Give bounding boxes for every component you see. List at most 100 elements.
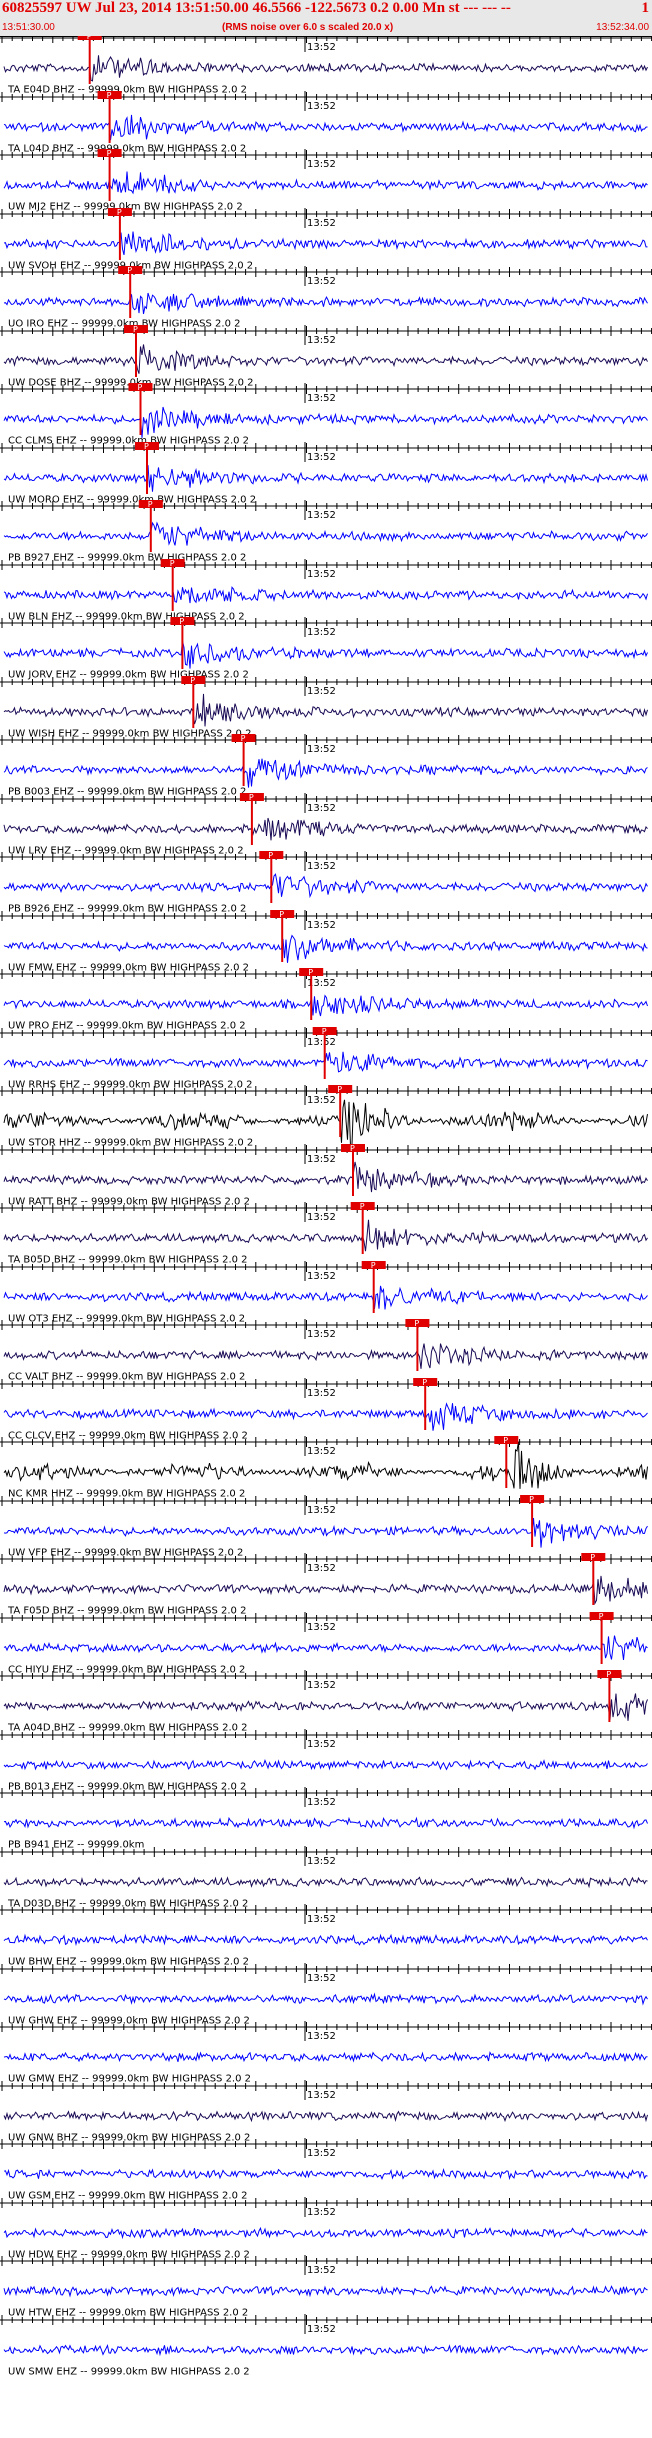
pick-flag-label: P bbox=[190, 676, 195, 685]
waveform bbox=[3, 55, 648, 82]
minute-marker-label: 13:52 bbox=[307, 2265, 336, 2276]
trace-row: 13:52UW PRO EHZ -- 99999.0km BW HIGHPASS… bbox=[0, 968, 652, 1032]
pick-flag-label: P bbox=[241, 734, 246, 743]
minute-marker-label: 13:52 bbox=[307, 1095, 336, 1106]
waveform bbox=[3, 1161, 648, 1193]
waveform bbox=[3, 1693, 648, 1721]
page-number: 1 bbox=[641, 0, 650, 16]
trace-row: 13:52 UW HTW EHZ -- 99999.0km BW HIGHPASS… bbox=[0, 2255, 652, 2319]
waveform bbox=[3, 586, 648, 604]
waveform bbox=[3, 2168, 648, 2181]
trace-row: 13:52 CC HIYU EHZ -- 99999.0km BW HIGHPAS… bbox=[0, 1612, 652, 1676]
trace-row: 13:52 UW HDW EHZ -- 99999.0km BW HIGHPASS… bbox=[0, 2197, 652, 2261]
pick-flag-label: P bbox=[107, 149, 112, 158]
minute-marker-label: 13:52 bbox=[307, 1446, 336, 1457]
minute-marker-label: 13:52 bbox=[307, 452, 336, 463]
station-label: PB B003 EHZ -- 99999.0km BW HIGHPASS 2.0… bbox=[8, 787, 246, 798]
waveform bbox=[3, 1402, 648, 1431]
trace-row: 13:52 PB B003 EHZ -- 99999.0km BW HIGHPAS… bbox=[0, 734, 652, 798]
trace-row: 13:52 UW BHW EHZ -- 99999.0km BW HIGHPASS… bbox=[0, 1904, 652, 1968]
station-label: UW GSM EHZ -- 99999.0km BW HIGHPASS 2.0 … bbox=[8, 2191, 247, 2202]
station-label: UW RRHS EHZ -- 99999.0km BW HIGHPASS 2.0… bbox=[8, 1080, 253, 1091]
station-label: UW RATT BHZ -- 99999.0km BW HIGHPASS 2.0… bbox=[8, 1197, 250, 1208]
pick-flag-label: P bbox=[249, 793, 254, 802]
minute-marker-label: 13:52 bbox=[307, 861, 336, 872]
waveform bbox=[3, 2226, 648, 2240]
minute-marker-label: 13:52 bbox=[307, 1622, 336, 1633]
minute-marker-label: 13:52 bbox=[307, 1914, 336, 1925]
station-label: UW LRV EHZ -- 99999.0km BW HIGHPASS 2.0 … bbox=[8, 846, 244, 857]
pick-flag-label: P bbox=[279, 910, 284, 919]
station-label: PB B941 EHZ -- 99999.0km bbox=[8, 1840, 144, 1851]
trace-row: 13:52 TA B05D BHZ -- 99999.0km BW HIGHPAS… bbox=[0, 1202, 652, 1266]
station-label: UW BHW EHZ -- 99999.0km BW HIGHPASS 2.0 … bbox=[8, 1957, 249, 1968]
seismogram-panel: 13:52 TA E04D BHZ -- 99999.0km BW HIGHPAS… bbox=[0, 36, 652, 2378]
waveform bbox=[3, 1575, 648, 1606]
pick-flag-label: P bbox=[422, 1378, 427, 1387]
pick-flag-label: P bbox=[360, 1202, 365, 1211]
waveform bbox=[3, 693, 648, 727]
minute-marker-label: 13:52 bbox=[307, 393, 336, 404]
rms-subtitle: (RMS noise over 6.0 s scaled 20.0 x) bbox=[222, 22, 394, 33]
minute-marker-label: 13:52 bbox=[307, 218, 336, 229]
pick-flag-label: P bbox=[590, 1553, 595, 1562]
station-label: TA E04D BHZ -- 99999.0km BW HIGHPASS 2.0… bbox=[7, 85, 247, 96]
trace-row: 13:52 UW GSM EHZ -- 99999.0km BW HIGHPASS… bbox=[0, 2138, 652, 2202]
trace-row: 13:52UO IRO EHZ -- 99999.0km BW HIGHPASS… bbox=[0, 266, 652, 330]
waveform bbox=[3, 344, 648, 374]
trace-row: 13:52 PB B941 EHZ -- 99999.0km bbox=[0, 1787, 652, 1851]
trace-row: 13:52 PB B926 EHZ -- 99999.0km BW HIGHPAS… bbox=[0, 851, 652, 915]
station-label: UW HTW EHZ -- 99999.0km BW HIGHPASS 2.0 … bbox=[8, 2308, 248, 2319]
trace-row: 13:52 TA E04D BHZ -- 99999.0km BW HIGHPAS… bbox=[0, 36, 652, 96]
waveform bbox=[3, 934, 648, 963]
station-label: UW MORO EHZ -- 99999.0km BW HIGHPASS 2.0… bbox=[8, 495, 256, 506]
end-time: 13:52:34.00 bbox=[596, 22, 649, 33]
waveform bbox=[3, 2343, 648, 2357]
trace-row: 13:52 UW OT3 EHZ -- 99999.0km BW HIGHPASS… bbox=[0, 1261, 652, 1325]
trace-row: 13:52 CC CLCV EHZ -- 99999.0km BW HIGHPAS… bbox=[0, 1378, 652, 1442]
minute-marker-label: 13:52 bbox=[307, 1680, 336, 1691]
minute-marker-label: 13:52 bbox=[307, 101, 336, 112]
minute-marker-label: 13:52 bbox=[307, 686, 336, 697]
pick-flag-label: P bbox=[127, 266, 132, 275]
event-title: 60825597 UW Jul 23, 2014 13:51:50.00 46.… bbox=[2, 0, 511, 16]
trace-row: 13:52UW WISH EHZ -- 99999.0km BW HIGHPAS… bbox=[0, 676, 652, 740]
minute-marker-label: 13:52 bbox=[307, 1329, 336, 1340]
waveform bbox=[3, 231, 648, 256]
station-label: UW JORV EHZ -- 99999.0km BW HIGHPASS 2.0… bbox=[8, 670, 249, 681]
pick-flag-label: P bbox=[414, 1319, 419, 1328]
waveform bbox=[3, 114, 648, 141]
minute-marker-label: 13:52 bbox=[307, 569, 336, 580]
station-label: TA B05D BHZ -- 99999.0km BW HIGHPASS 2.0… bbox=[7, 1255, 248, 1266]
trace-row: 13:52 TA D03D BHZ -- 99999.0km BW HIGHPAS… bbox=[0, 1846, 652, 1910]
trace-row: 13:52 UW STOR HHZ -- 99999.0km BW HIGHPAS… bbox=[0, 1085, 652, 1149]
station-label: UW SMW EHZ -- 99999.0km BW HIGHPASS 2.0 … bbox=[8, 2367, 250, 2378]
station-label: CC VALT BHZ -- 99999.0km BW HIGHPASS 2.0… bbox=[8, 1372, 245, 1383]
waveform bbox=[3, 2110, 648, 2123]
waveform bbox=[3, 640, 648, 669]
pick-flag-label: P bbox=[133, 325, 138, 334]
minute-marker-label: 13:52 bbox=[307, 1739, 336, 1750]
minute-marker-label: 13:52 bbox=[307, 1212, 336, 1223]
trace-row: 13:52 PB B927 EHZ -- 99999.0km BW HIGHPAS… bbox=[0, 500, 652, 564]
station-label: CC CLCV EHZ -- 99999.0km BW HIGHPASS 2.0… bbox=[8, 1431, 248, 1442]
minute-marker-label: 13:52 bbox=[307, 276, 336, 287]
trace-row: 13:52 UW GMW EHZ -- 99999.0km BW HIGHPASS… bbox=[0, 2021, 652, 2085]
station-label: TA F05D BHZ -- 99999.0km BW HIGHPASS 2.0… bbox=[7, 1606, 246, 1617]
minute-marker-label: 13:52 bbox=[307, 1797, 336, 1808]
minute-marker-label: 13:52 bbox=[307, 159, 336, 170]
minute-marker-label: 13:52 bbox=[307, 920, 336, 931]
minute-marker-label: 13:52 bbox=[307, 1154, 336, 1165]
station-label: PB B926 EHZ -- 99999.0km BW HIGHPASS 2.0… bbox=[8, 904, 246, 915]
waveform bbox=[3, 1051, 648, 1073]
pick-flag-label: P bbox=[308, 968, 313, 977]
waveform bbox=[3, 171, 648, 195]
minute-marker-label: 13:52 bbox=[307, 803, 336, 814]
station-label: UW VFP EHZ -- 99999.0km BW HIGHPASS 2.0 … bbox=[8, 1548, 243, 1559]
waveform bbox=[3, 1933, 648, 1947]
waveform bbox=[3, 1285, 648, 1310]
minute-marker-label: 13:52 bbox=[307, 1505, 336, 1516]
trace-row: 13:52TA L04D BHZ -- 99999.0km BW HIGHPAS… bbox=[0, 91, 652, 155]
station-label: PB B927 EHZ -- 99999.0km BW HIGHPASS 2.0… bbox=[8, 553, 246, 564]
trace-row: 13:52 UW RRHS EHZ -- 99999.0km BW HIGHPAS… bbox=[0, 1027, 652, 1091]
